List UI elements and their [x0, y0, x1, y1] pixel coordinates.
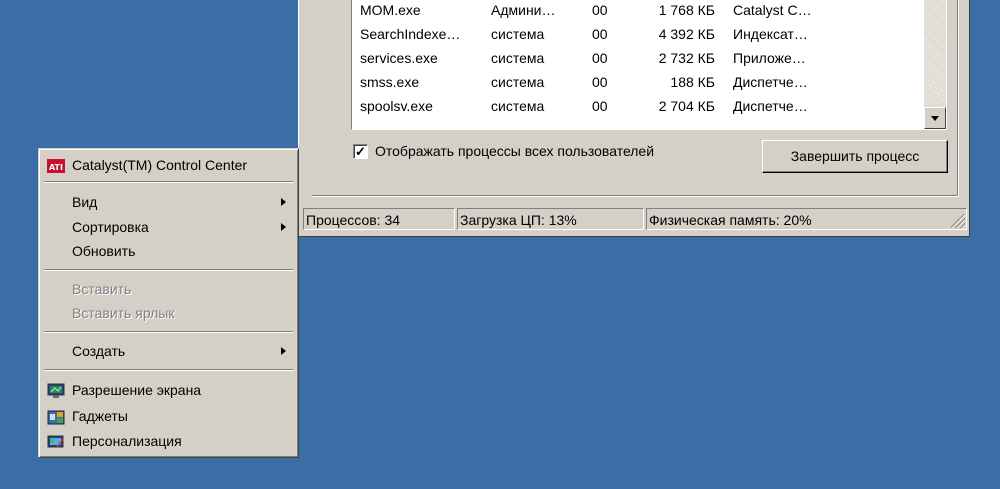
process-name: spoolsv.exe — [360, 98, 433, 114]
status-cpu-usage: Загрузка ЦП: 13% — [457, 208, 644, 230]
processes-tab-panel: MOM.exe Админи… 00 1 768 КБ Catalyst C… … — [312, 0, 959, 197]
menu-item-sort[interactable]: Сортировка — [42, 215, 295, 239]
show-all-users-checkbox[interactable]: ✓ — [353, 143, 368, 159]
process-user: система — [491, 50, 545, 66]
table-row[interactable]: smss.exe система 00 188 КБ Диспетче… — [352, 70, 922, 94]
menu-item-personalization[interactable]: Персонализация — [42, 429, 295, 453]
end-process-button[interactable]: Завершить процесс — [762, 140, 948, 173]
menu-item-label: Обновить — [72, 243, 136, 259]
process-memory: 4 392 КБ — [658, 26, 715, 42]
monitor-icon — [47, 382, 65, 398]
menu-separator — [44, 181, 293, 183]
process-name: services.exe — [360, 50, 438, 66]
process-description: Индексат… — [733, 26, 808, 42]
menu-item-create[interactable]: Создать — [42, 339, 295, 363]
menu-item-screen-resolution[interactable]: Разрешение экрана — [42, 378, 295, 402]
table-row[interactable]: spoolsv.exe система 00 2 704 КБ Диспетче… — [352, 94, 922, 118]
process-cpu: 00 — [592, 74, 608, 90]
process-name: MOM.exe — [360, 2, 421, 18]
process-memory: 1 768 КБ — [658, 2, 715, 18]
submenu-arrow-icon — [281, 347, 286, 355]
menu-item-view[interactable]: Вид — [42, 190, 295, 214]
menu-item-label: Сортировка — [72, 219, 149, 235]
process-user: система — [491, 74, 545, 90]
menu-item-label: Создать — [72, 343, 126, 359]
process-cpu: 00 — [592, 98, 608, 114]
status-process-count: Процессов: 34 — [303, 208, 455, 230]
task-manager-window: MOM.exe Админи… 00 1 768 КБ Catalyst C… … — [298, 0, 970, 237]
process-description: Диспетче… — [733, 74, 808, 90]
menu-item-paste: Вставить — [42, 277, 295, 301]
menu-item-gadgets[interactable]: Гаджеты — [42, 404, 295, 428]
process-memory: 188 КБ — [670, 74, 715, 90]
submenu-arrow-icon — [281, 223, 286, 231]
gadgets-icon — [47, 408, 65, 425]
menu-item-label: Разрешение экрана — [72, 382, 202, 398]
scroll-down-button[interactable] — [924, 107, 946, 129]
menu-item-label: Гаджеты — [72, 408, 128, 424]
process-list[interactable]: MOM.exe Админи… 00 1 768 КБ Catalyst C… … — [351, 0, 947, 130]
process-user: система — [491, 26, 545, 42]
status-bar: Процессов: 34 Загрузка ЦП: 13% Физическа… — [303, 208, 967, 230]
ati-logo-icon: ATI — [47, 157, 65, 173]
menu-item-refresh[interactable]: Обновить — [42, 239, 295, 263]
table-row[interactable]: SearchIndexe… система 00 4 392 КБ Индекс… — [352, 22, 922, 46]
menu-separator — [44, 369, 293, 371]
process-name: SearchIndexe… — [360, 26, 461, 42]
process-name: smss.exe — [360, 74, 420, 90]
process-user: система — [491, 98, 545, 114]
process-cpu: 00 — [592, 26, 608, 42]
process-cpu: 00 — [592, 2, 608, 18]
menu-separator — [44, 269, 293, 271]
menu-item-label: Вид — [72, 194, 98, 210]
personalization-icon — [47, 433, 65, 449]
menu-item-label: Вставить — [72, 281, 132, 297]
process-user: Админи… — [491, 2, 556, 18]
menu-separator — [44, 331, 293, 333]
show-all-users-option[interactable]: ✓ Отображать процессы всех пользователей — [353, 141, 654, 161]
process-description: Catalyst C… — [733, 2, 812, 18]
process-cpu: 00 — [592, 50, 608, 66]
submenu-arrow-icon — [281, 198, 286, 206]
table-row[interactable]: services.exe система 00 2 732 КБ Приложе… — [352, 46, 922, 70]
process-description: Приложе… — [733, 50, 806, 66]
menu-item-catalyst-control-center[interactable]: ATI Catalyst(TM) Control Center — [42, 153, 295, 177]
show-all-users-label: Отображать процессы всех пользователей — [375, 143, 655, 159]
menu-item-paste-shortcut: Вставить ярлык — [42, 301, 295, 325]
process-list-scrollbar[interactable] — [924, 0, 946, 129]
menu-item-label: Catalyst(TM) Control Center — [72, 157, 248, 173]
svg-text:ATI: ATI — [49, 163, 63, 172]
menu-item-label: Персонализация — [72, 433, 182, 449]
process-description: Диспетче… — [733, 98, 808, 114]
status-physical-memory: Физическая память: 20% — [646, 208, 967, 230]
desktop-context-menu: ATI Catalyst(TM) Control Center Вид Сорт… — [38, 148, 299, 458]
menu-item-label: Вставить ярлык — [72, 305, 175, 321]
process-memory: 2 704 КБ — [658, 98, 715, 114]
process-memory: 2 732 КБ — [658, 50, 715, 66]
resize-grip-icon[interactable] — [951, 214, 965, 228]
table-row[interactable]: MOM.exe Админи… 00 1 768 КБ Catalyst C… — [352, 0, 922, 22]
